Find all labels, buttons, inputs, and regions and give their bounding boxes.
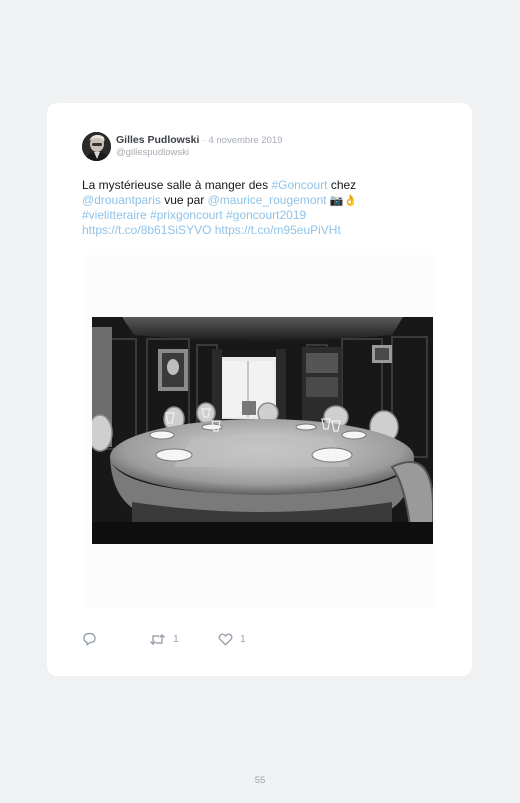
text-segment: chez [327,178,357,192]
mention-link[interactable]: @maurice_rougemont [208,193,327,207]
tweet-media[interactable] [84,255,435,607]
tweet-date[interactable]: 4 novembre 2019 [208,135,282,146]
page-number: 55 [254,775,266,786]
reply-icon [83,632,96,646]
avatar[interactable] [82,131,111,161]
hashtag-link[interactable]: #prixgoncourt [150,208,223,222]
hashtag-link[interactable]: #vielitteraire [82,208,147,222]
author-name[interactable]: Gilles Pudlowski [116,134,199,146]
header-separator: · [202,134,206,146]
url-link[interactable]: https://t.co/8b61SiSYVO [82,223,211,237]
dining-room-image [92,317,433,544]
text-segment: vue par [160,193,208,207]
tweet-text: La mystérieuse salle à manger des #Gonco… [82,178,412,238]
retweet-icon [149,633,166,645]
dining-room-photo[interactable] [92,317,433,544]
avatar-image [82,131,111,161]
author-handle[interactable]: @gillespudlowski [116,147,282,159]
text-segment: La mystérieuse salle à manger des [82,178,272,192]
like-button[interactable]: 1 [218,632,246,646]
tweet-card: Gilles Pudlowski · 4 novembre 2019 @gill… [47,103,472,676]
reply-button[interactable] [82,632,149,646]
camera-ok-emoji: 📷👌 [329,194,358,207]
heart-icon [218,632,233,645]
mention-link[interactable]: @drouantparis [82,193,161,207]
retweet-button[interactable]: 1 [149,633,218,646]
tweet-actions: 1 1 [82,631,246,647]
like-count: 1 [240,633,246,645]
tweet-header: Gilles Pudlowski · 4 novembre 2019 @gill… [82,130,282,162]
hashtag-link[interactable]: #Goncourt [271,178,327,192]
url-link[interactable]: https://t.co/m95euPiVHt [215,223,341,237]
retweet-count: 1 [173,633,179,645]
hashtag-link[interactable]: #goncourt2019 [226,208,306,222]
